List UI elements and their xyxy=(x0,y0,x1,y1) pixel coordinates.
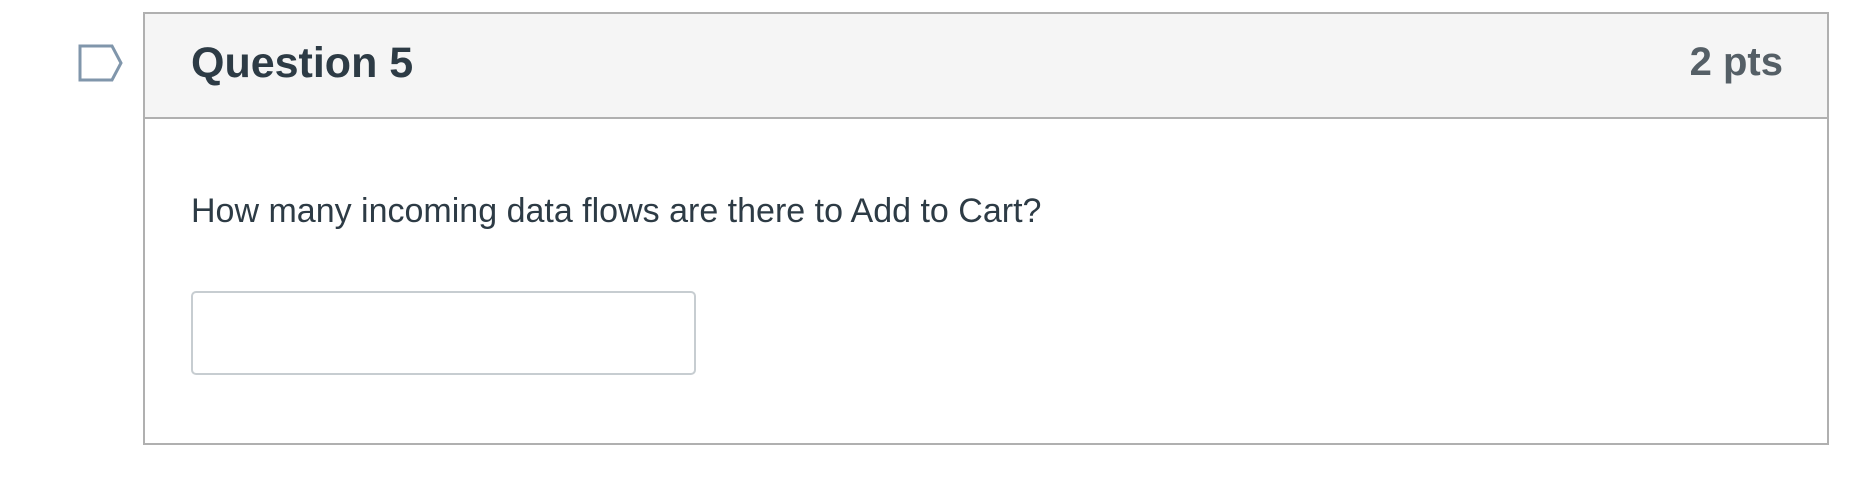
question-header: Question 5 2 pts xyxy=(145,14,1827,119)
question-text: How many incoming data flows are there t… xyxy=(191,192,1042,230)
question-title: Question 5 xyxy=(191,39,414,87)
question-body: How many incoming data flows are there t… xyxy=(145,119,1827,445)
answer-input[interactable] xyxy=(191,291,696,375)
flag-question-icon[interactable] xyxy=(78,44,124,82)
question-points: 2 pts xyxy=(1689,40,1783,84)
question-card: Question 5 2 pts How many incoming data … xyxy=(143,12,1829,445)
